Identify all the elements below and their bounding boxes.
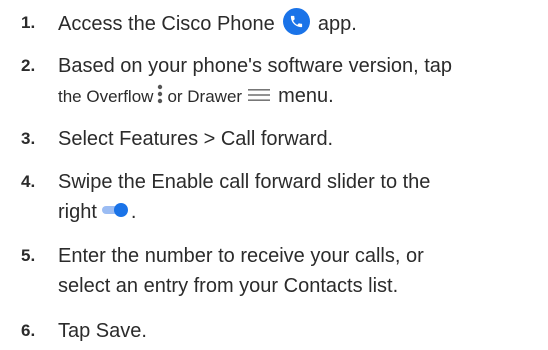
overflow-menu-icon	[157, 83, 163, 114]
phone-app-icon	[283, 8, 311, 35]
step-text: Select Features > Call forward.	[58, 128, 334, 150]
step-text: Enter the number to receive your calls, …	[58, 241, 528, 301]
step-text-line: Enter the number to receive your calls, …	[58, 245, 424, 267]
step-text: Tap Save.	[58, 320, 147, 342]
step-text: Access the Cisco Phone app.	[58, 8, 528, 39]
step-number: 5.	[21, 246, 36, 265]
step-text-line: select an entry from your Contacts list.	[58, 275, 399, 297]
step-text-line: right.	[58, 197, 528, 227]
step-text-line: Based on your phone's software version, …	[58, 55, 453, 77]
step-number: 3.	[21, 129, 36, 148]
step-text-part: or Drawer	[167, 87, 243, 106]
step-number: 4.	[21, 172, 36, 191]
toggle-on-icon	[101, 198, 131, 228]
step-text-line: the Overflow or Drawer menu.	[58, 81, 528, 111]
step-number: 1.	[21, 13, 36, 32]
step-text-part: app.	[317, 13, 357, 35]
step-text-part: the Overflow	[58, 87, 154, 106]
step-text-part: Access the Cisco Phone	[58, 13, 275, 35]
drawer-menu-icon	[248, 82, 271, 112]
step-text-line: Swipe the Enable call forward slider to …	[58, 171, 431, 193]
step-text-part: menu.	[278, 85, 334, 107]
step-number: 6.	[21, 321, 36, 340]
step-text: Swipe the Enable call forward slider to …	[58, 167, 528, 227]
step-text: Based on your phone's software version, …	[58, 51, 528, 111]
step-text-part: .	[130, 201, 137, 223]
step-text-part: right	[58, 201, 97, 223]
step-number: 2.	[21, 56, 36, 75]
